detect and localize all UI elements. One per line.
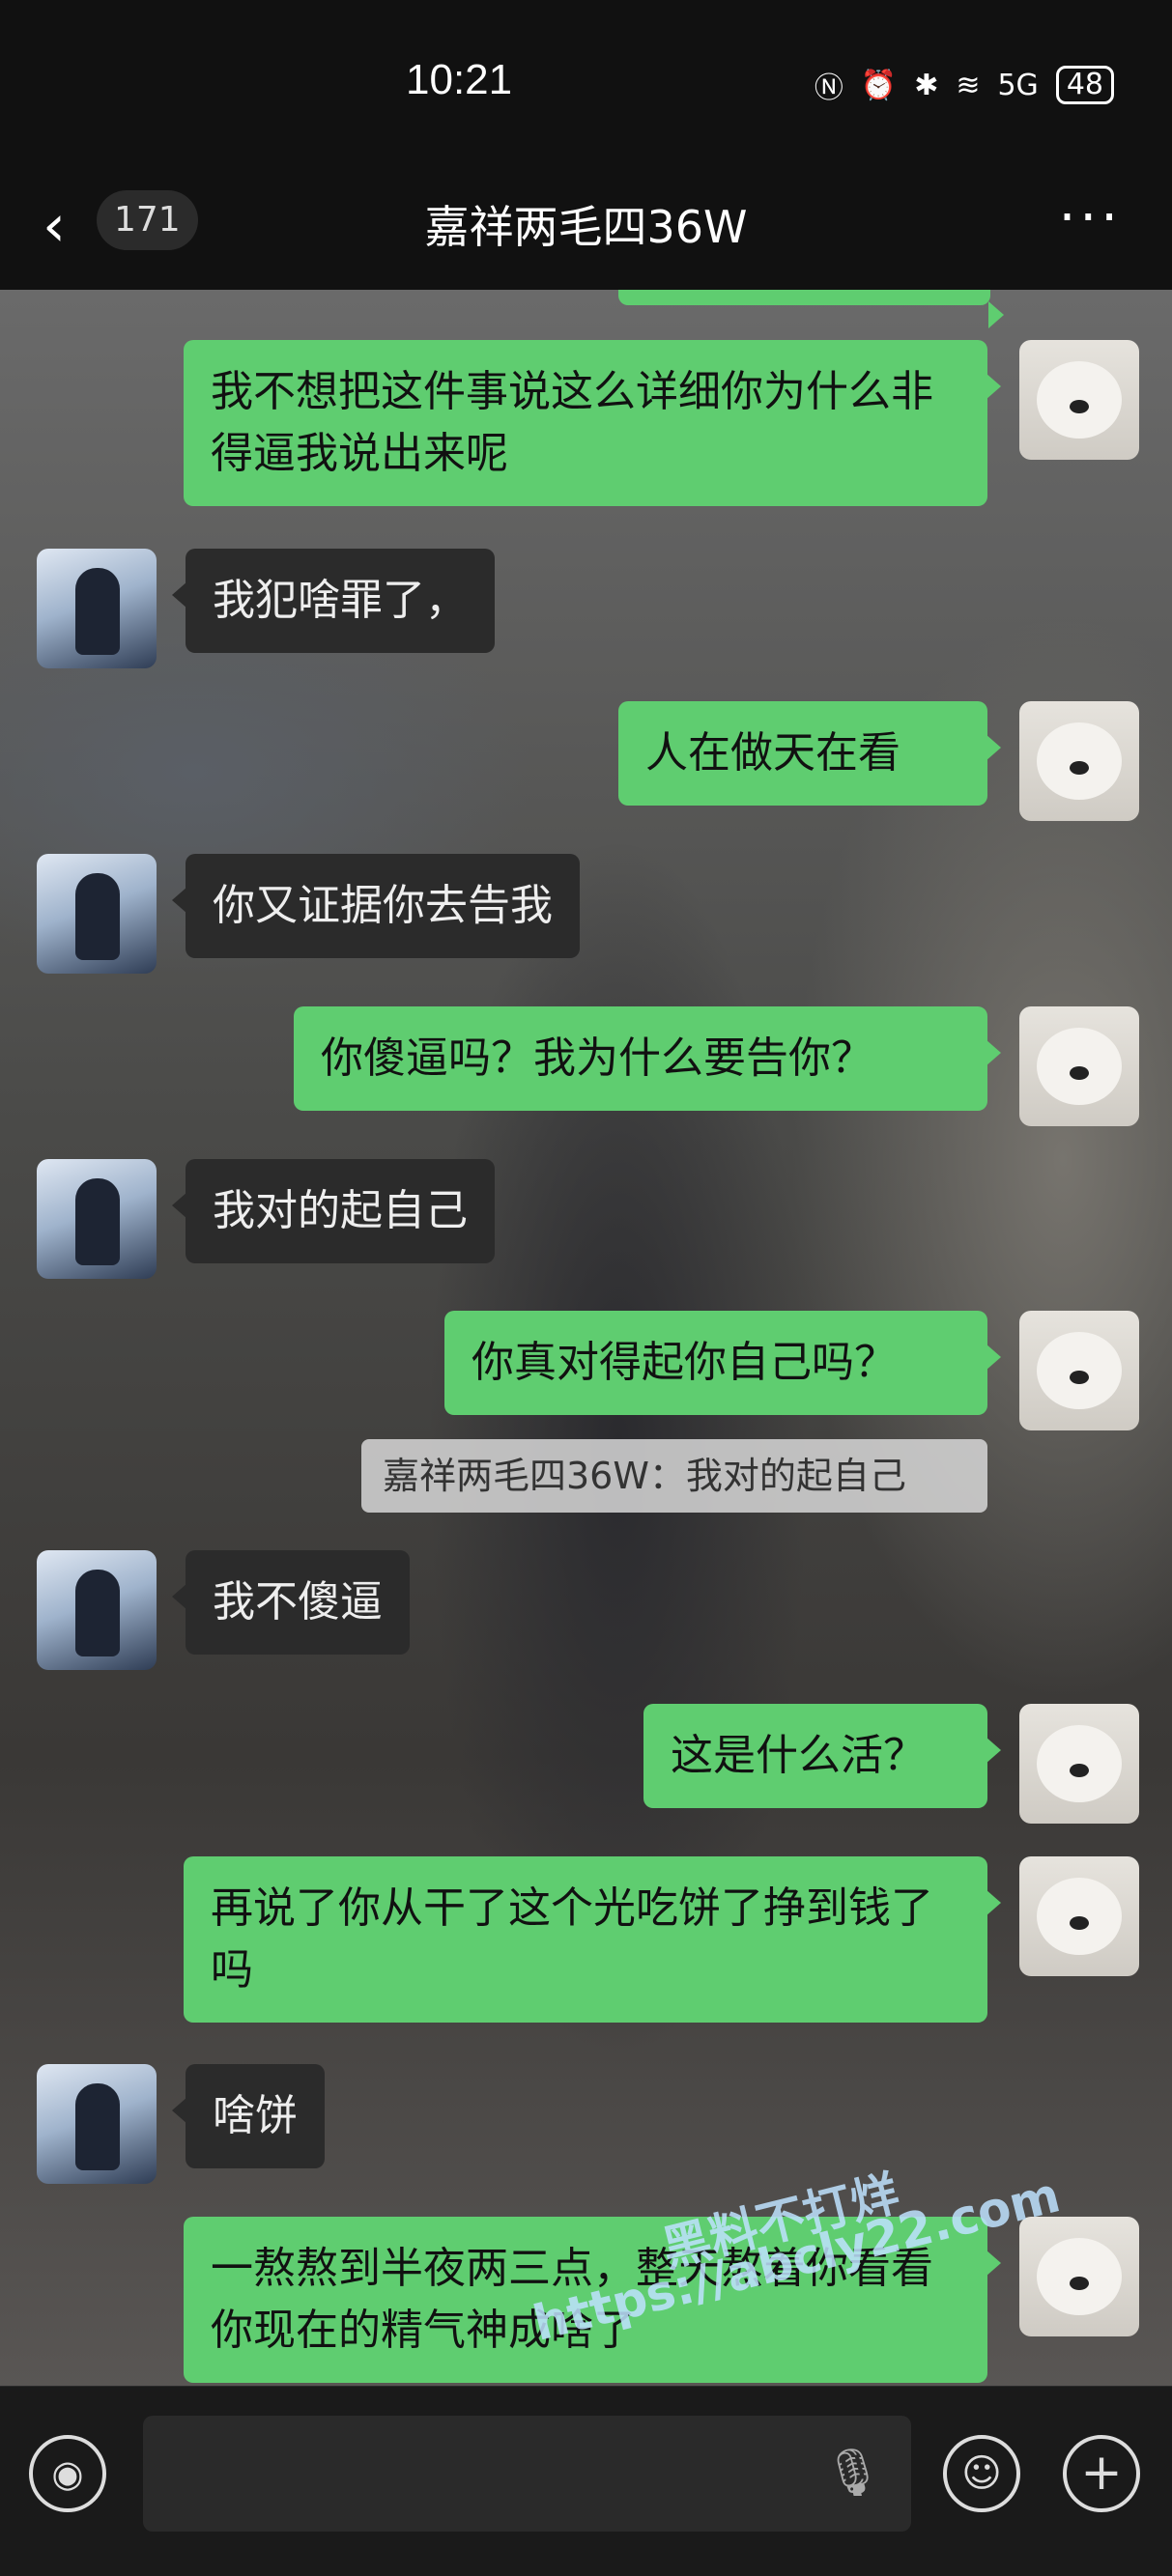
avatar[interactable] (1019, 1006, 1139, 1126)
avatar[interactable] (1019, 2217, 1139, 2336)
alarm-icon: ⏰ (860, 68, 898, 102)
signal-5g-icon: 5G (997, 68, 1039, 102)
chat-title: 嘉祥两毛四36W (424, 201, 748, 253)
emoji-icon[interactable]: ☺ (943, 2435, 1020, 2512)
avatar[interactable] (1019, 340, 1139, 460)
chat-header: ‹ 171 嘉祥两毛四36W ··· (0, 169, 1172, 290)
message-bubble[interactable]: 我犯啥罪了， (172, 549, 495, 653)
wifi-icon: ≋ (956, 68, 981, 102)
voice-icon[interactable]: ◉ (29, 2435, 106, 2512)
quoted-message[interactable]: 嘉祥两毛四36W：我对的起自己 (361, 1439, 987, 1513)
avatar[interactable] (37, 1159, 157, 1279)
chat-area[interactable]: 我不想把这件事说这么详细你为什么非得逼我说出来呢 我犯啥罪了， 人在做天在看 你… (0, 290, 1172, 2386)
avatar[interactable] (1019, 701, 1139, 821)
message-bubble[interactable]: 我不傻逼 (172, 1550, 410, 1655)
message-bubble[interactable]: 你傻逼吗？我为什么要告你？ (294, 1006, 1001, 1111)
avatar[interactable] (37, 854, 157, 974)
more-options-button[interactable]: ··· (1059, 186, 1122, 249)
microphone-icon[interactable]: 🎙 (823, 2445, 882, 2500)
nfc-icon: Ⓝ (814, 71, 843, 105)
input-bar: ◉ 🎙 ☺ + (0, 2386, 1172, 2576)
message-bubble[interactable]: 再说了你从干了这个光吃饼了挣到钱了吗 (184, 1856, 1001, 2023)
message-bubble[interactable]: 你真对得起你自己吗？ (444, 1311, 1001, 1415)
plus-icon[interactable]: + (1063, 2435, 1140, 2512)
status-icons: Ⓝ ⏰ ✱ ≋ 5G 48 (815, 64, 1114, 106)
battery-indicator: 48 (1055, 66, 1114, 104)
message-bubble[interactable]: 我不想把这件事说这么详细你为什么非得逼我说出来呢 (184, 340, 1001, 506)
avatar[interactable] (37, 2064, 157, 2184)
avatar[interactable] (1019, 1856, 1139, 1976)
message-bubble-cutoff[interactable] (618, 290, 1004, 328)
bluetooth-icon: ✱ (914, 68, 939, 102)
message-bubble[interactable]: 你又证据你去告我 (172, 854, 580, 958)
message-bubble[interactable]: 这是什么活？ (643, 1704, 1001, 1808)
avatar[interactable] (1019, 1704, 1139, 1824)
avatar[interactable] (37, 1550, 157, 1670)
message-input[interactable]: 🎙 (143, 2416, 911, 2532)
status-time: 10:21 (406, 56, 513, 103)
avatar[interactable] (37, 549, 157, 668)
message-bubble[interactable]: 我对的起自己 (172, 1159, 495, 1263)
avatar[interactable] (1019, 1311, 1139, 1430)
status-bar: 10:21 Ⓝ ⏰ ✱ ≋ 5G 48 (0, 0, 1172, 169)
message-bubble[interactable]: 人在做天在看 (618, 701, 1001, 806)
message-bubble[interactable]: 啥饼 (172, 2064, 325, 2168)
